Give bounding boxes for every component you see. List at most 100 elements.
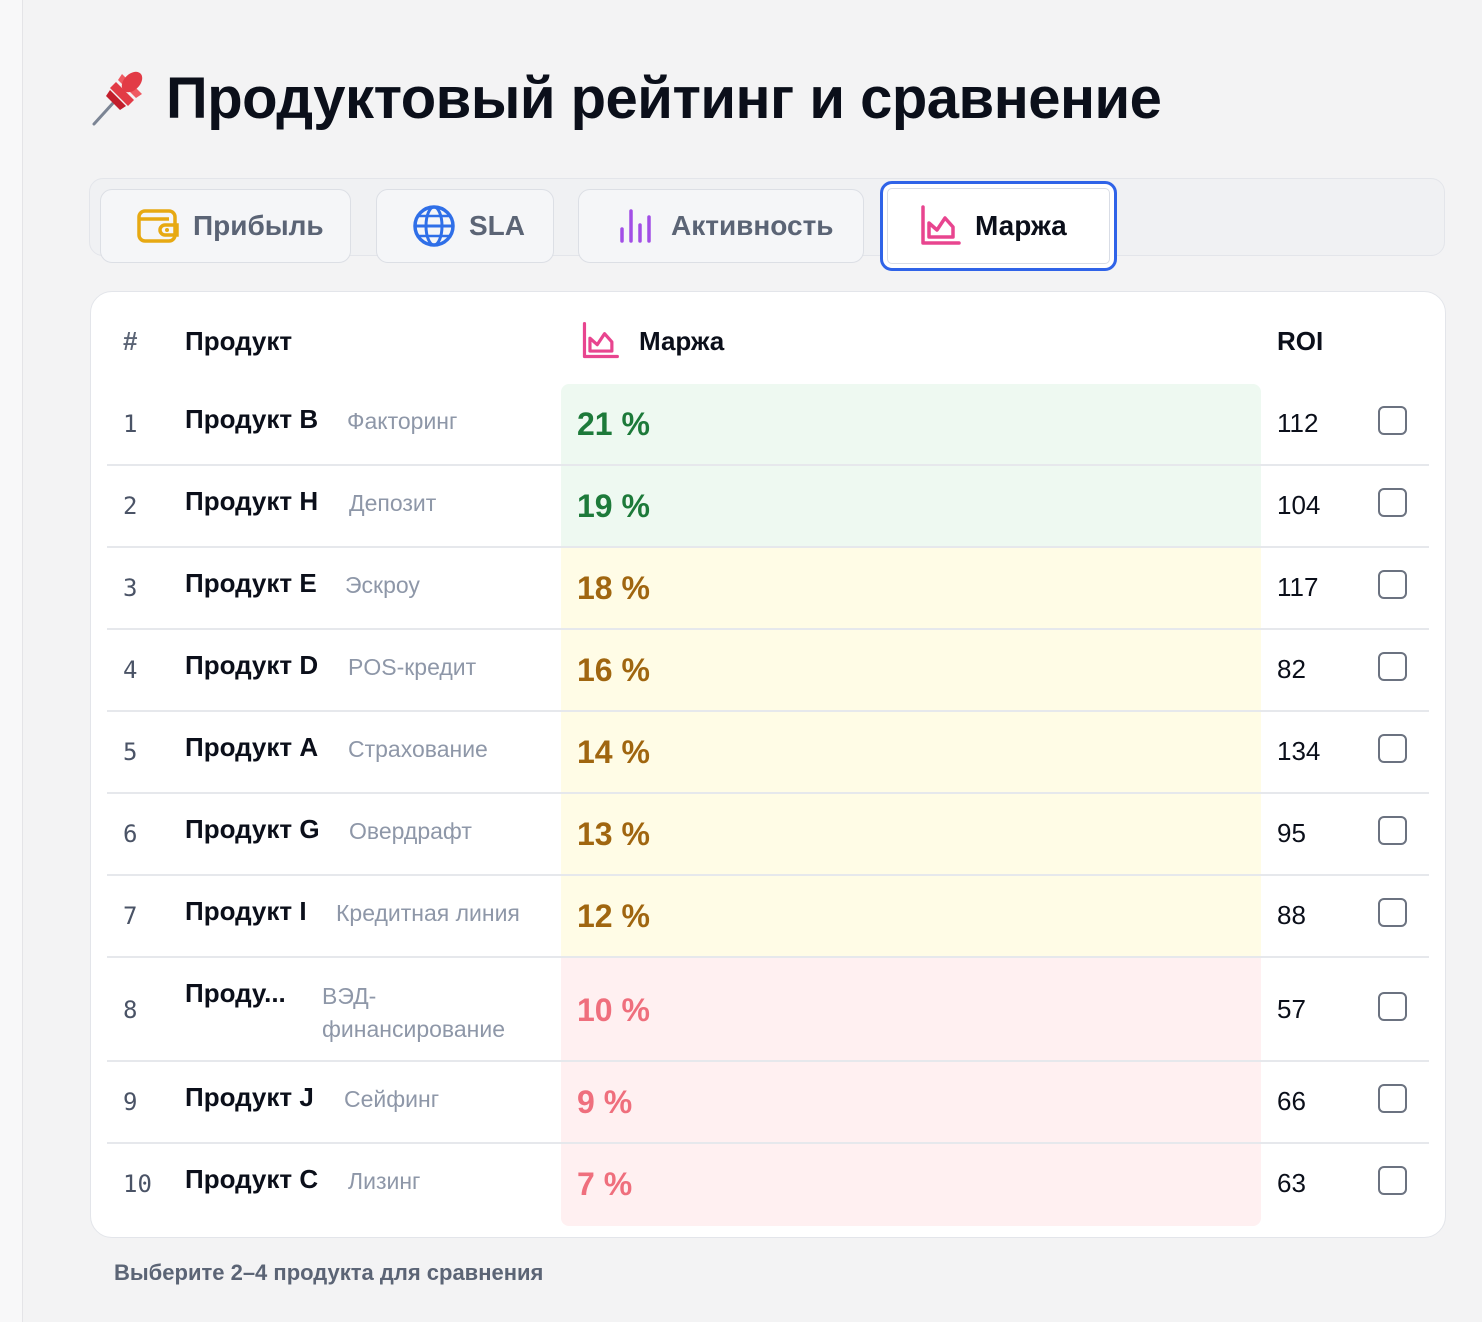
row-rank: 10 xyxy=(123,1170,152,1198)
ranking-table: # Продукт Маржа ROI 1 Продукт B Факторин… xyxy=(90,291,1446,1238)
row-rank: 6 xyxy=(123,820,138,848)
product-name: Продукт H xyxy=(185,486,319,516)
product-name: Продукт I xyxy=(185,896,307,926)
metric-value: 10 % xyxy=(577,992,650,1028)
page-title: Продуктовый рейтинг и сравнение xyxy=(166,65,1162,131)
globe-icon xyxy=(413,205,455,247)
table-row[interactable]: 3 Продукт E Эскроу 18 % 117 xyxy=(107,548,1429,630)
tab-margin[interactable]: Маржа xyxy=(880,181,1117,271)
table-header: # Продукт Маржа ROI xyxy=(91,292,1445,384)
page-header: Продуктовый рейтинг и сравнение xyxy=(88,58,1162,138)
product-name: Продукт C xyxy=(185,1164,319,1194)
header-metric[interactable]: Маржа xyxy=(579,320,724,362)
table-row[interactable]: 2 Продукт H Депозит 19 % 104 xyxy=(107,466,1429,548)
roi-value: 57 xyxy=(1277,994,1306,1024)
tab-sla[interactable]: SLA xyxy=(376,189,554,263)
compare-checkbox[interactable] xyxy=(1378,1084,1407,1113)
header-product: Продукт xyxy=(185,326,293,356)
product-name: Продукт E xyxy=(185,568,317,598)
product-type: Лизинг xyxy=(348,1168,421,1194)
area-chart-icon xyxy=(582,322,619,359)
metric-value: 21 % xyxy=(577,406,650,442)
wallet-icon xyxy=(137,209,179,243)
product-type: Кредитная линия xyxy=(336,900,520,926)
area-chart-icon xyxy=(921,205,961,245)
table-row[interactable]: 9 Продукт J Сейфинг 9 % 66 xyxy=(107,1062,1429,1144)
product-name: Продукт J xyxy=(185,1082,314,1112)
compare-checkbox[interactable] xyxy=(1378,992,1407,1021)
tab-label: Активность xyxy=(671,210,834,241)
compare-checkbox[interactable] xyxy=(1378,488,1407,517)
metric-value: 19 % xyxy=(577,488,650,524)
product-name: Проду... xyxy=(185,978,286,1008)
metric-cell: 12 % xyxy=(561,876,1261,956)
product-name: Продукт B xyxy=(185,404,319,434)
metric-cell: 7 % xyxy=(561,1144,1261,1226)
metric-cell: 16 % xyxy=(561,630,1261,710)
tab-label: SLA xyxy=(469,210,525,241)
row-rank: 5 xyxy=(123,738,138,766)
compare-checkbox[interactable] xyxy=(1378,652,1407,681)
table-row[interactable]: 5 Продукт A Страхование 14 % 134 xyxy=(107,712,1429,794)
metric-tabs: Прибыль SLA Активность Маржа xyxy=(89,178,1445,271)
bar-chart-icon xyxy=(620,209,651,243)
roi-value: 66 xyxy=(1277,1086,1306,1116)
roi-value: 112 xyxy=(1277,408,1319,438)
product-type: ВЭД-финансирование xyxy=(322,983,505,1042)
metric-cell: 19 % xyxy=(561,466,1261,546)
metric-value: 12 % xyxy=(577,898,650,934)
metric-value: 16 % xyxy=(577,652,650,688)
table-row[interactable]: 8 Проду... ВЭД-финансирование 10 % 57 xyxy=(107,958,1429,1062)
compare-checkbox[interactable] xyxy=(1378,406,1407,435)
product-type: POS-кредит xyxy=(348,654,477,680)
pushpin-icon xyxy=(92,71,143,126)
roi-value: 95 xyxy=(1277,818,1306,848)
tab-activity[interactable]: Активность xyxy=(578,189,864,263)
roi-value: 88 xyxy=(1277,900,1306,930)
row-rank: 1 xyxy=(123,410,138,438)
compare-hint: Выберите 2–4 продукта для сравнения xyxy=(114,1260,544,1285)
metric-cell: 13 % xyxy=(561,794,1261,874)
metric-cell: 18 % xyxy=(561,548,1261,628)
row-rank: 9 xyxy=(123,1088,138,1116)
header-metric-label: Маржа xyxy=(639,325,725,356)
tab-label: Маржа xyxy=(975,210,1067,241)
metric-value: 9 % xyxy=(577,1084,633,1120)
product-type: Сейфинг xyxy=(344,1086,440,1112)
table-row[interactable]: 7 Продукт I Кредитная линия 12 % 88 xyxy=(107,876,1429,958)
header-roi[interactable]: ROI xyxy=(1277,326,1323,357)
row-rank: 2 xyxy=(123,492,138,520)
tab-profit[interactable]: Прибыль xyxy=(100,189,351,263)
product-type: Страхование xyxy=(348,736,488,762)
table-row[interactable]: 10 Продукт C Лизинг 7 % 63 xyxy=(107,1144,1429,1226)
table-row[interactable]: 6 Продукт G Овердрафт 13 % 95 xyxy=(107,794,1429,876)
metric-cell: 21 % xyxy=(561,384,1261,464)
compare-checkbox[interactable] xyxy=(1378,898,1407,927)
product-type: Факторинг xyxy=(347,408,458,434)
compare-checkbox[interactable] xyxy=(1378,570,1407,599)
compare-checkbox[interactable] xyxy=(1378,816,1407,845)
roi-value: 63 xyxy=(1277,1168,1306,1198)
header-rank: # xyxy=(123,326,138,356)
metric-value: 18 % xyxy=(577,570,650,606)
compare-checkbox[interactable] xyxy=(1378,734,1407,763)
table-row[interactable]: 1 Продукт B Факторинг 21 % 112 xyxy=(107,384,1429,466)
row-rank: 7 xyxy=(123,902,138,930)
metric-cell: 9 % xyxy=(561,1062,1261,1142)
product-name: Продукт A xyxy=(185,732,319,762)
row-rank: 4 xyxy=(123,656,138,684)
product-name: Продукт G xyxy=(185,814,320,844)
product-type: Эскроу xyxy=(345,572,420,598)
table-row[interactable]: 4 Продукт D POS-кредит 16 % 82 xyxy=(107,630,1429,712)
metric-value: 7 % xyxy=(577,1166,633,1202)
table-body: 1 Продукт B Факторинг 21 % 112 2 Продукт… xyxy=(107,384,1429,1226)
metric-cell: 10 % xyxy=(561,958,1261,1060)
roi-value: 82 xyxy=(1277,654,1306,684)
metric-value: 13 % xyxy=(577,816,650,852)
metric-value: 14 % xyxy=(577,734,650,770)
left-rail xyxy=(0,0,23,1322)
compare-checkbox[interactable] xyxy=(1378,1166,1407,1195)
product-type: Овердрафт xyxy=(349,818,472,844)
roi-value: 104 xyxy=(1277,490,1321,520)
roi-value: 134 xyxy=(1277,736,1321,766)
